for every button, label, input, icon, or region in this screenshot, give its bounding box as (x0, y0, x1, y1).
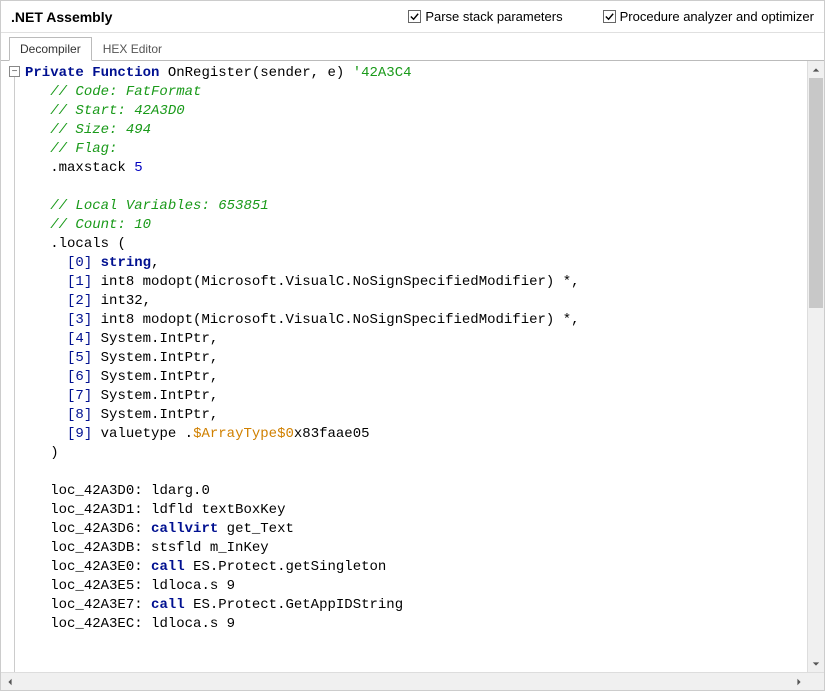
code-area: − Private Function OnRegister(sender, e)… (1, 61, 824, 672)
check-icon (603, 10, 616, 23)
scroll-down-arrow-icon[interactable] (808, 655, 824, 672)
func-name: OnRegister (168, 65, 252, 81)
instr-op: callvirt (151, 521, 218, 537)
instr-op: call (151, 559, 185, 575)
local-type: string (101, 255, 151, 271)
header-bar: .NET Assembly Parse stack parameters Pro… (1, 1, 824, 33)
options-group: Parse stack parameters Procedure analyze… (408, 9, 814, 24)
instr-op: ldloca.s 9 (151, 616, 235, 632)
collapse-icon[interactable]: − (9, 66, 20, 77)
instr-addr: loc_42A3EC: (50, 616, 142, 632)
instr-addr: loc_42A3E7: (50, 597, 142, 613)
locals-kw: .locals (50, 236, 109, 252)
locals-open: ( (117, 236, 125, 252)
local-type: System.IntPtr, (101, 350, 219, 366)
local-idx: [1] (67, 274, 92, 290)
instr-op: call (151, 597, 185, 613)
local-idx: [3] (67, 312, 92, 328)
instr-op: stsfld m_InKey (151, 540, 269, 556)
instr-op: ldarg.0 (151, 483, 210, 499)
locals-close: ) (50, 445, 58, 461)
code-content[interactable]: Private Function OnRegister(sender, e) '… (23, 61, 807, 672)
comment: // Flag: (50, 141, 117, 157)
scroll-right-arrow-icon[interactable] (790, 673, 807, 690)
horizontal-scrollbar[interactable] (1, 672, 824, 690)
local-type: System.IntPtr, (101, 407, 219, 423)
parse-stack-label: Parse stack parameters (425, 9, 562, 24)
instr-arg: ES.Protect.getSingleton (193, 559, 386, 575)
local-type: valuetype . (101, 426, 193, 442)
local-type: System.IntPtr, (101, 369, 219, 385)
local-idx: [9] (67, 426, 92, 442)
kw-function: Function (92, 65, 159, 81)
fold-line (14, 77, 15, 672)
comment: // Size: 494 (50, 122, 151, 138)
local-idx: [7] (67, 388, 92, 404)
local-idx: [6] (67, 369, 92, 385)
comment: // Count: 10 (50, 217, 151, 233)
func-params: (sender, e) (252, 65, 344, 81)
local-idx: [5] (67, 350, 92, 366)
proc-analyzer-label: Procedure analyzer and optimizer (620, 9, 814, 24)
proc-analyzer-checkbox[interactable]: Procedure analyzer and optimizer (603, 9, 814, 24)
tab-decompiler[interactable]: Decompiler (9, 37, 92, 61)
local-idx: [2] (67, 293, 92, 309)
local-type-suffix: x83faae05 (294, 426, 370, 442)
kw-private: Private (25, 65, 84, 81)
local-type: int32, (101, 293, 151, 309)
instr-addr: loc_42A3D6: (50, 521, 142, 537)
vertical-scrollbar[interactable] (807, 61, 824, 672)
instr-addr: loc_42A3D0: (50, 483, 142, 499)
local-type: System.IntPtr, (101, 388, 219, 404)
check-icon (408, 10, 421, 23)
local-idx: [4] (67, 331, 92, 347)
comment: // Start: 42A3D0 (50, 103, 184, 119)
tab-hex-editor[interactable]: HEX Editor (92, 37, 173, 60)
instr-arg: ES.Protect.GetAppIDString (193, 597, 403, 613)
scroll-thumb[interactable] (809, 78, 823, 308)
scroll-corner (807, 673, 824, 690)
maxstack-kw: .maxstack (50, 160, 126, 176)
local-type: int8 modopt(Microsoft.VisualC.NoSignSpec… (101, 312, 580, 328)
special-type: $ArrayType$0 (193, 426, 294, 442)
instr-arg: get_Text (227, 521, 294, 537)
func-addr: '42A3C4 (353, 65, 412, 81)
comment: // Code: FatFormat (50, 84, 201, 100)
local-idx: [0] (67, 255, 92, 271)
instr-op: ldfld textBoxKey (151, 502, 285, 518)
maxstack-val: 5 (134, 160, 142, 176)
comment: // Local Variables: 653851 (50, 198, 268, 214)
instr-addr: loc_42A3E0: (50, 559, 142, 575)
instr-addr: loc_42A3D1: (50, 502, 142, 518)
parse-stack-checkbox[interactable]: Parse stack parameters (408, 9, 562, 24)
instr-op: ldloca.s 9 (151, 578, 235, 594)
scroll-track[interactable] (18, 673, 790, 690)
tab-bar: Decompiler HEX Editor (1, 33, 824, 61)
scroll-left-arrow-icon[interactable] (1, 673, 18, 690)
fold-gutter: − (1, 61, 23, 672)
local-idx: [8] (67, 407, 92, 423)
local-type: int8 modopt(Microsoft.VisualC.NoSignSpec… (101, 274, 580, 290)
page-title: .NET Assembly (11, 9, 112, 25)
instr-addr: loc_42A3E5: (50, 578, 142, 594)
scroll-up-arrow-icon[interactable] (808, 61, 824, 78)
local-type: System.IntPtr, (101, 331, 219, 347)
instr-addr: loc_42A3DB: (50, 540, 142, 556)
